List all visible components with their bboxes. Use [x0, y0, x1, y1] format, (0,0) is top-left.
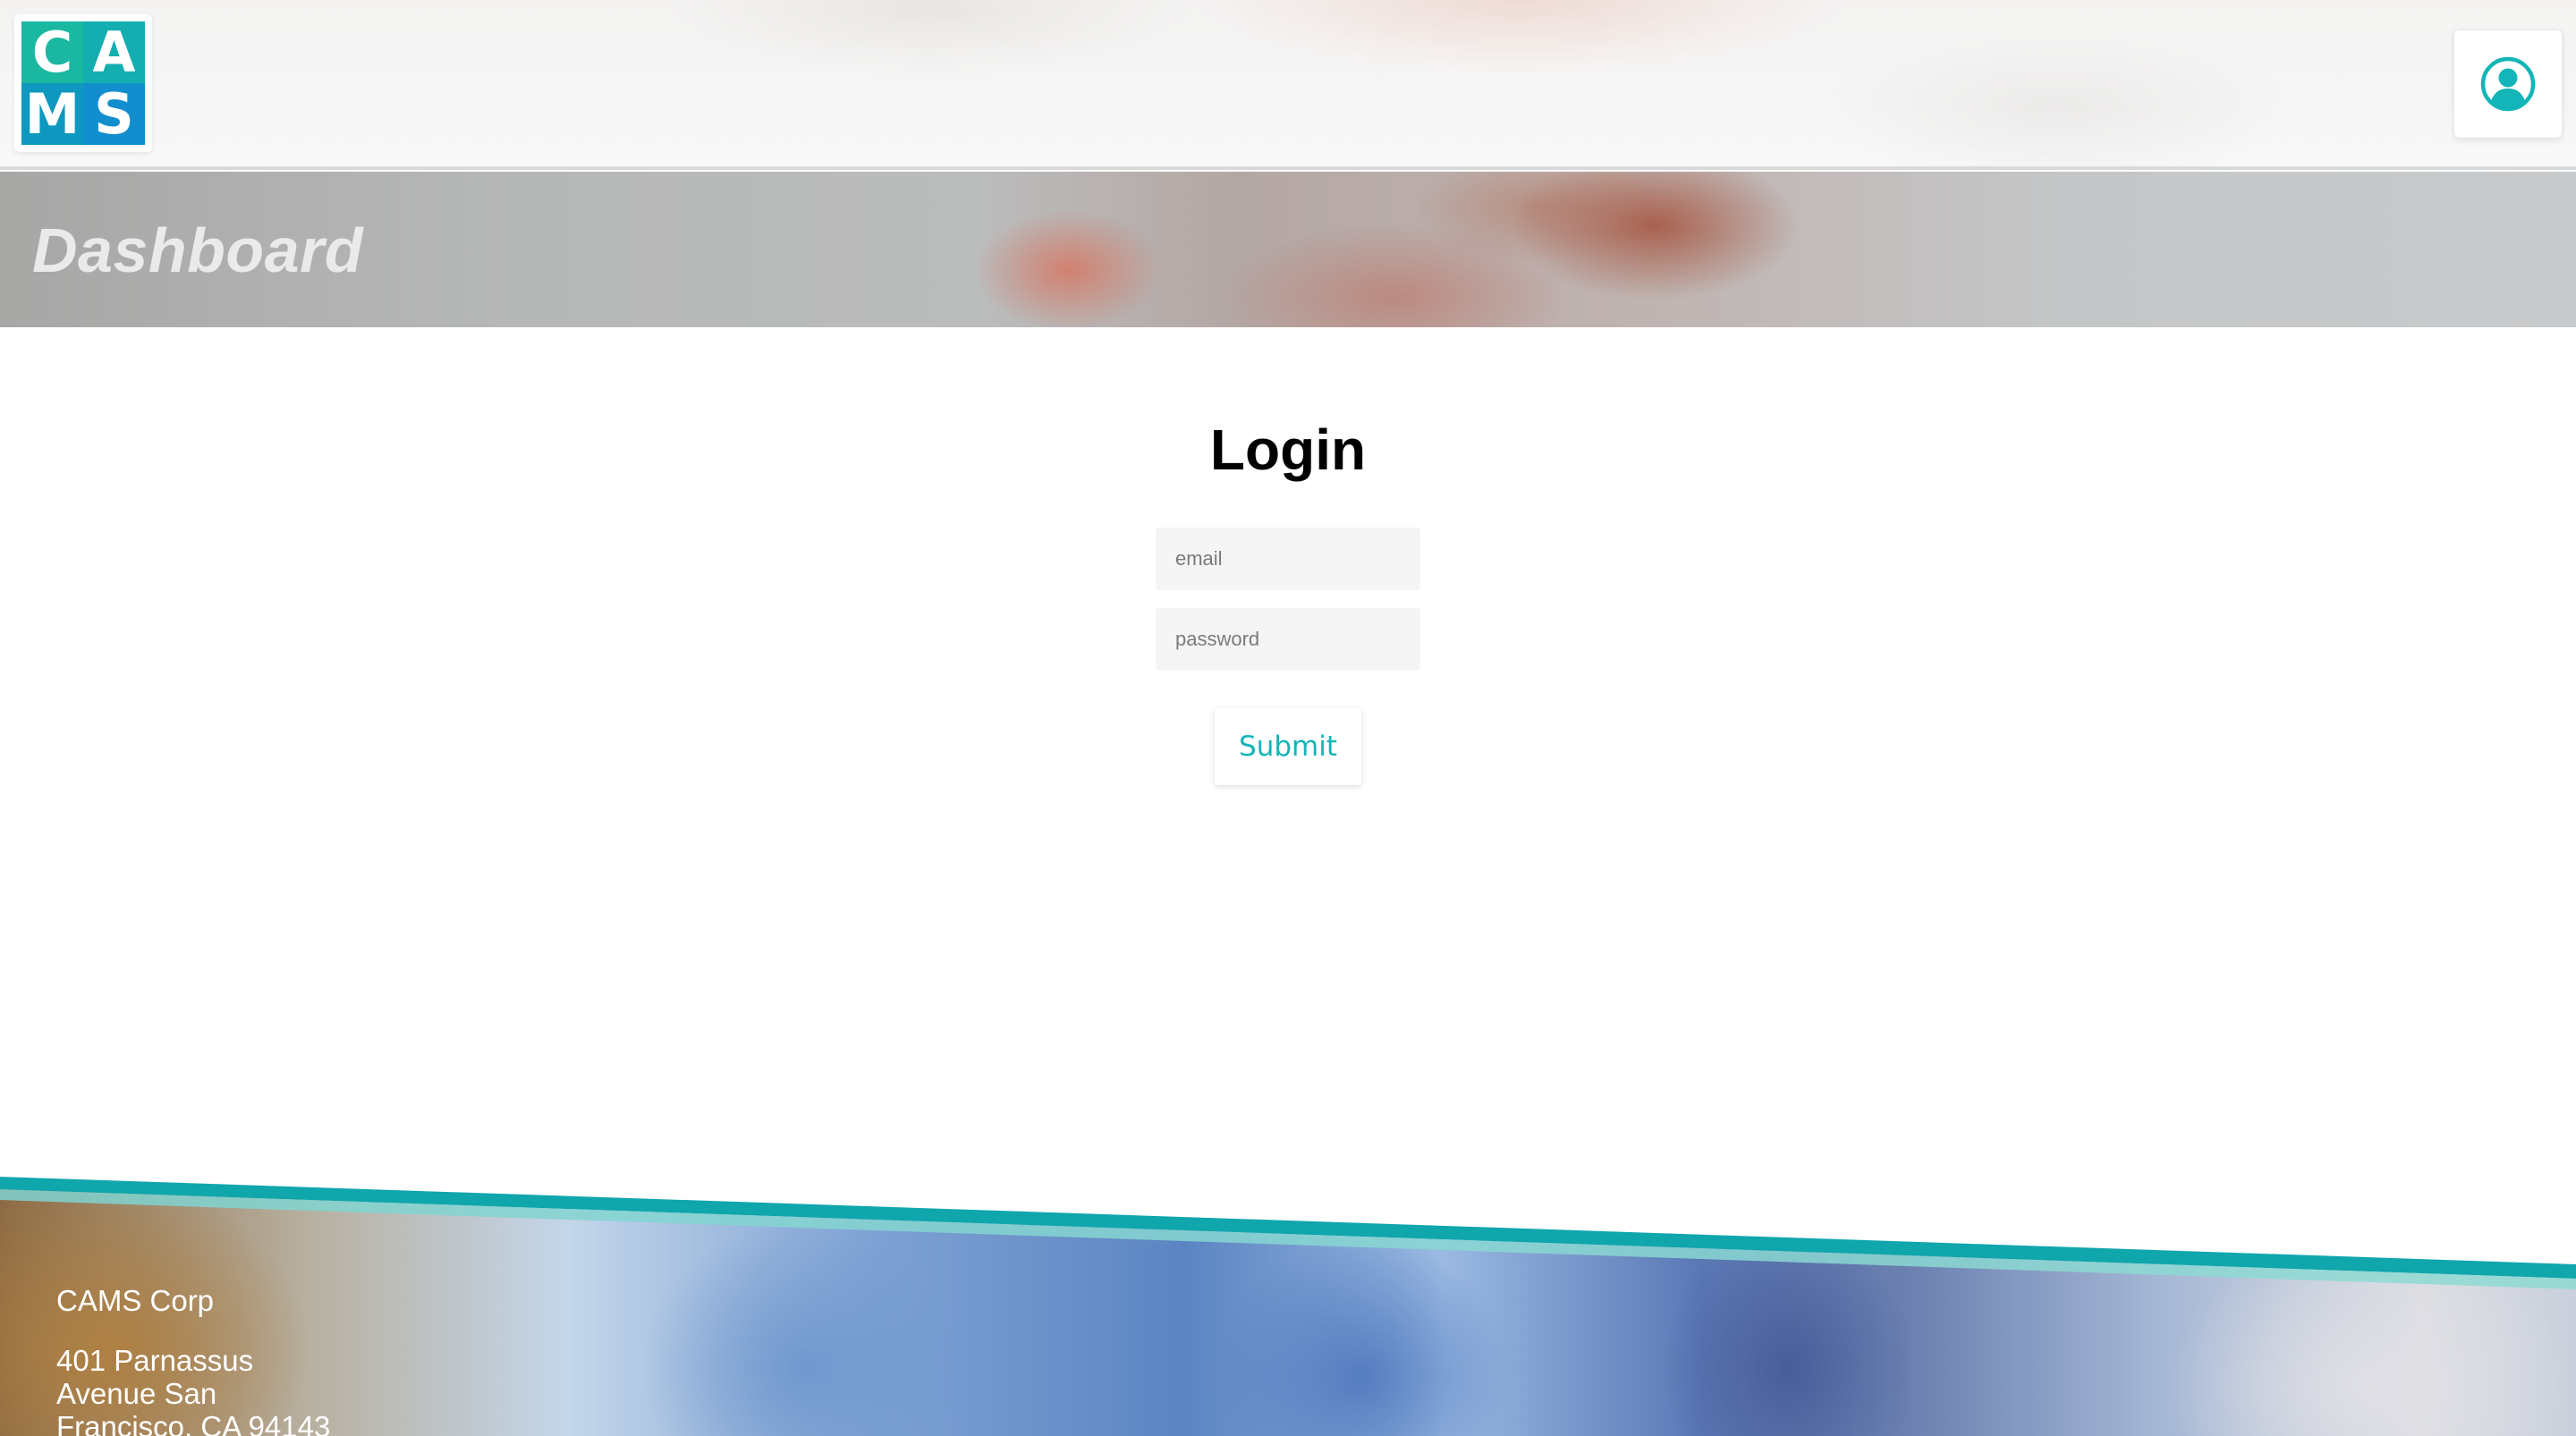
page-title: Dashboard	[32, 215, 364, 285]
user-account-button[interactable]	[2454, 30, 2562, 138]
logo-tile-c: C	[21, 21, 83, 83]
logo-tile-s: S	[83, 83, 145, 145]
logo-tile-m: M	[21, 83, 83, 145]
footer: CAMS Corp 401 Parnassus Avenue San Franc…	[56, 1284, 352, 1436]
email-field[interactable]	[1156, 528, 1420, 590]
top-header: C A M S	[0, 0, 2576, 170]
footer-company-name: CAMS Corp	[56, 1284, 215, 1317]
user-circle-icon	[2480, 56, 2536, 112]
dashboard-banner: Dashboard	[0, 172, 2576, 327]
logo-tiles: C A M S	[21, 21, 145, 145]
logo-tile-a: A	[83, 21, 145, 83]
password-field[interactable]	[1156, 608, 1420, 671]
page: C A M S Dashboard Login Submit CAMS Corp…	[0, 0, 2576, 1436]
footer-address: 401 Parnassus Avenue San Francisco, CA 9…	[56, 1344, 331, 1436]
login-heading: Login	[1209, 418, 1367, 482]
submit-button[interactable]: Submit	[1215, 708, 1361, 785]
cams-logo[interactable]: C A M S	[14, 14, 152, 152]
